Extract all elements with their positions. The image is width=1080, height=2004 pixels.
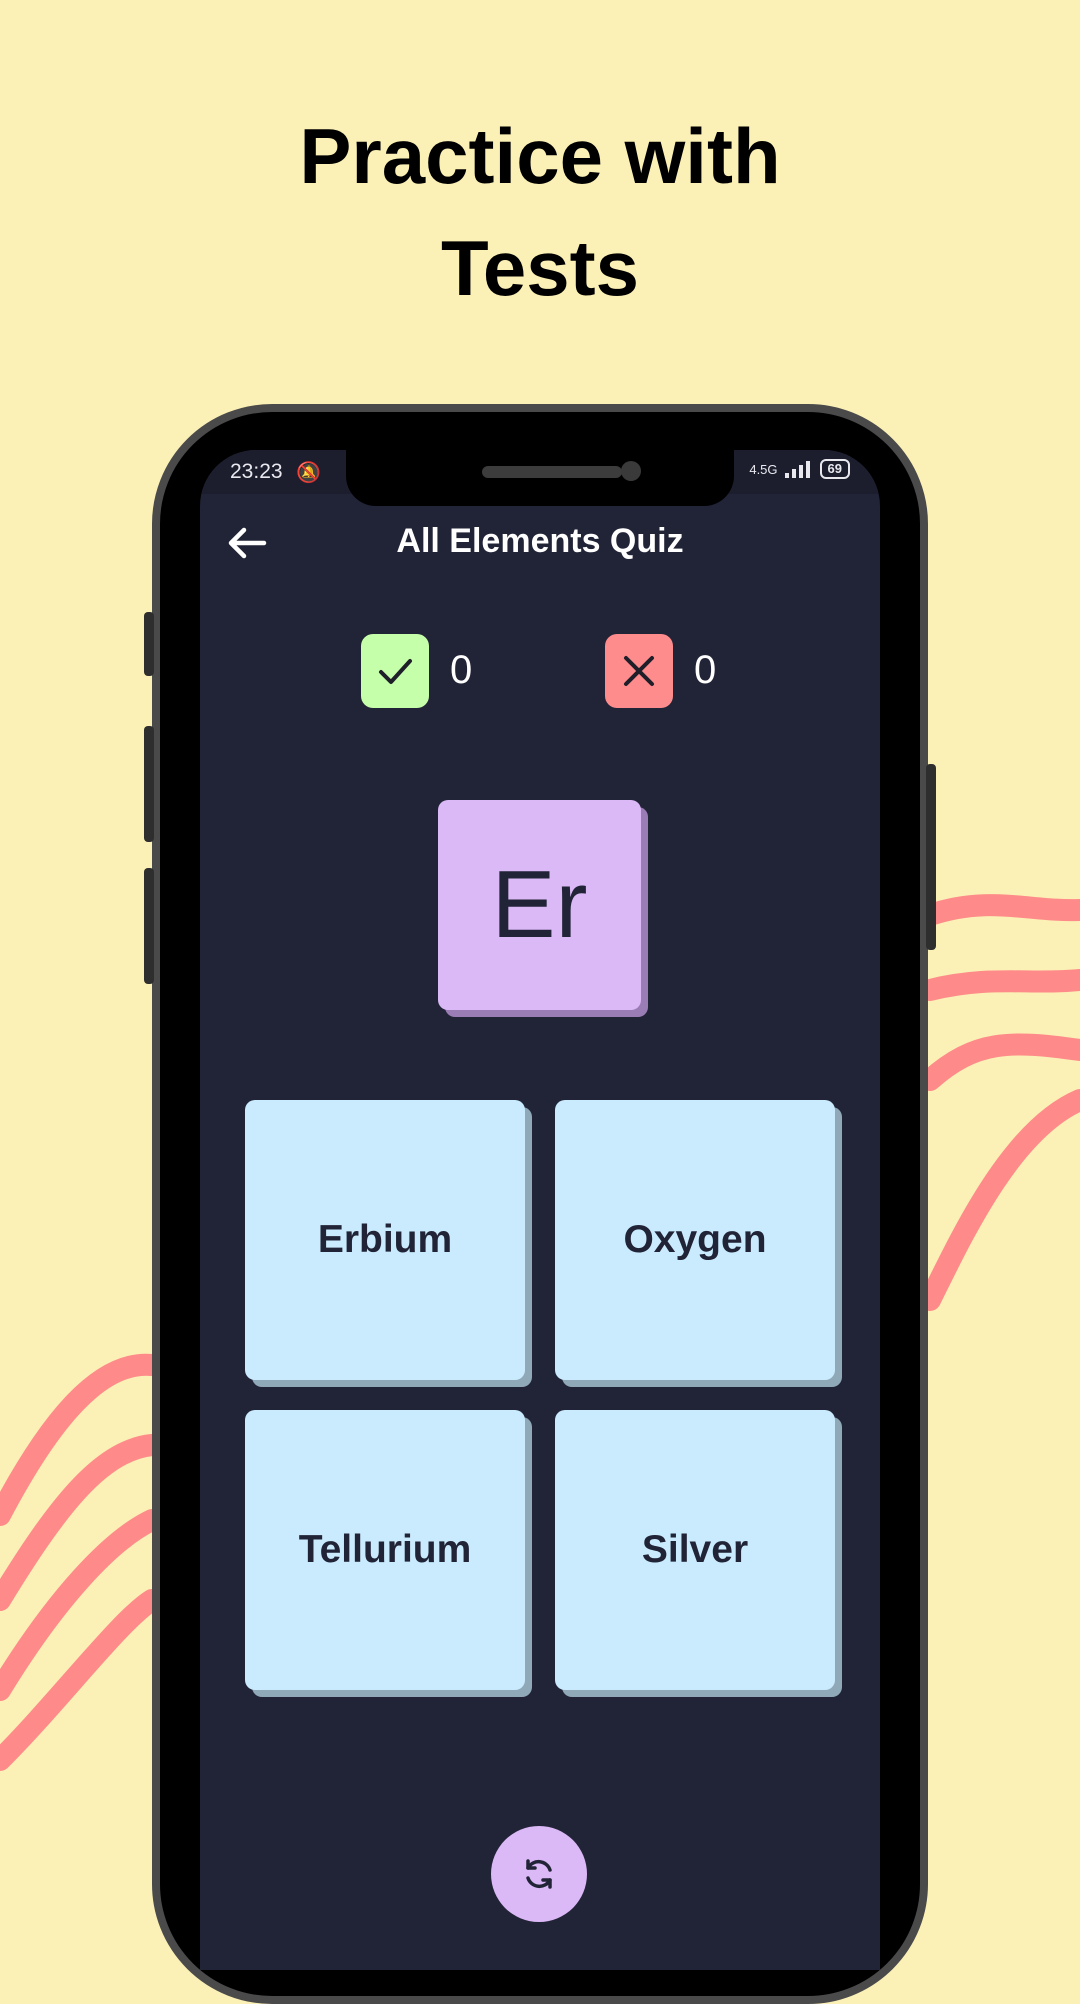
status-right: 4.5G 69 [749, 459, 850, 479]
headline-line-2: Tests [441, 224, 639, 312]
wrong-count: 0 [694, 648, 717, 692]
front-camera [621, 461, 641, 481]
answer-label: Tellurium [298, 1528, 472, 1571]
headline-line-1: Practice with [299, 112, 781, 200]
volume-down-button [144, 868, 154, 984]
promo-headline: Practice with Tests [0, 100, 1080, 324]
mute-icon: 🔕 [296, 462, 321, 484]
answer-label: Oxygen [623, 1218, 767, 1261]
close-icon [624, 656, 654, 686]
answer-option-silver[interactable]: Silver [555, 1410, 835, 1690]
power-button [926, 764, 936, 950]
check-icon [379, 659, 412, 684]
answer-option-oxygen[interactable]: Oxygen [555, 1100, 835, 1380]
answer-label: Silver [641, 1528, 749, 1571]
volume-button [144, 612, 154, 676]
answer-option-tellurium[interactable]: Tellurium [245, 1410, 525, 1690]
answer-label: Erbium [317, 1218, 453, 1261]
network-label: 4.5G [749, 461, 778, 477]
refresh-button[interactable] [491, 1826, 587, 1922]
element-symbol-card: Er [438, 800, 641, 1010]
element-symbol: Er [491, 851, 588, 958]
correct-badge [361, 634, 429, 708]
speaker-grille [482, 466, 622, 478]
page-title: All Elements Quiz [396, 522, 684, 560]
phone-notch [346, 450, 734, 506]
status-time: 23:23 [230, 460, 283, 483]
battery-indicator: 69 [819, 459, 850, 479]
wrong-badge [605, 634, 673, 708]
refresh-icon [526, 1859, 552, 1889]
signal-icon [784, 461, 810, 478]
volume-up-button [144, 726, 154, 842]
correct-count: 0 [450, 648, 473, 692]
answer-option-erbium[interactable]: Erbium [245, 1100, 525, 1380]
app-screen: 23:23 🔕 4.5G 69 All Elements Quiz 0 0 Er… [200, 450, 880, 1970]
